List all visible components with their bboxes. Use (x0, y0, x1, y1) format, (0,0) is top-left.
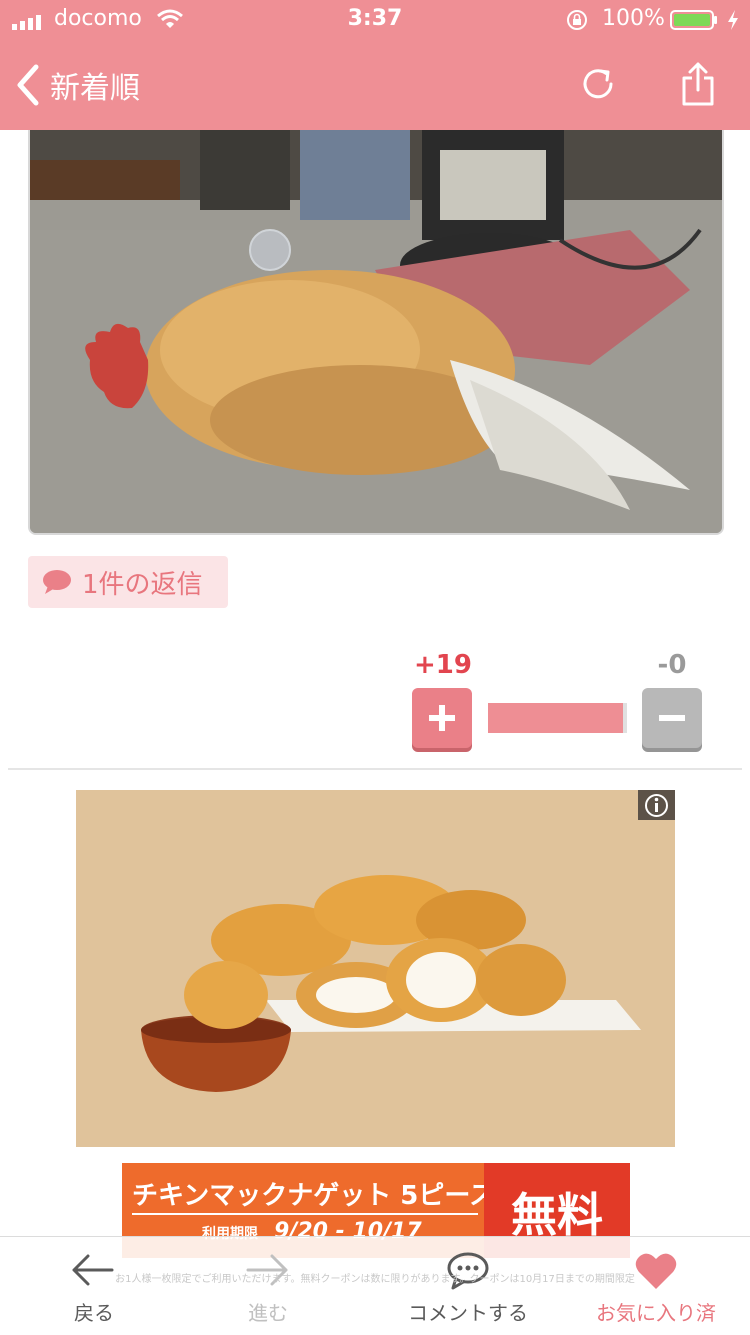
minus-vote-button[interactable] (642, 688, 702, 748)
minus-icon (659, 715, 685, 721)
battery-percent: 100% (602, 6, 665, 31)
battery-icon (670, 10, 717, 30)
ad-divider (132, 1213, 478, 1215)
nav-bar: 新着順 (0, 40, 750, 130)
tab-bar: 戻る 進む コメントする お気に入り済 (0, 1236, 750, 1335)
vote-ratio-fill (488, 703, 623, 733)
nugget-illustration (141, 875, 641, 1092)
section-divider (8, 768, 742, 770)
ad-image[interactable] (76, 790, 675, 1147)
back-button[interactable]: 新着順 (14, 62, 140, 108)
tab-back[interactable]: 戻る (50, 1237, 140, 1335)
rooster-photo (30, 130, 722, 533)
tab-comment-label: コメントする (408, 1301, 528, 1325)
charging-icon (728, 10, 738, 30)
post-photo[interactable] (28, 130, 724, 535)
plus-vote-button[interactable] (412, 688, 472, 748)
ad-info-button[interactable] (638, 790, 675, 820)
rotation-lock-icon (567, 10, 587, 30)
ad-headline: チキンマックナゲット 5ピース (132, 1181, 496, 1211)
tab-forward-label: 進む (248, 1301, 288, 1325)
chevron-left-icon (17, 64, 39, 106)
info-icon (645, 794, 668, 817)
speech-bubble-icon (43, 570, 71, 594)
tab-forward[interactable]: 進む (222, 1237, 314, 1335)
share-icon[interactable] (678, 60, 718, 108)
reply-count-label: 1件の返信 (82, 569, 203, 600)
tab-favorite[interactable]: お気に入り済 (586, 1237, 726, 1335)
back-button-label: 新着順 (50, 71, 140, 106)
tab-back-label: 戻る (74, 1301, 114, 1325)
tab-favorite-label: お気に入り済 (596, 1301, 716, 1325)
refresh-icon[interactable] (578, 64, 618, 104)
minus-vote-count: -0 (657, 650, 687, 680)
vote-ratio-bar (488, 703, 627, 733)
tab-comment[interactable]: コメントする (398, 1237, 538, 1335)
plus-icon (429, 705, 455, 731)
status-bar: docomo 3:37 100% (0, 0, 750, 40)
ad-disclaimer: お1人様一枚限定でご利用いただけます。無料クーポンは数に限りがあります。クーポン… (115, 1274, 635, 1285)
plus-vote-count: +19 (414, 650, 472, 680)
reply-count-button[interactable]: 1件の返信 (28, 556, 228, 608)
